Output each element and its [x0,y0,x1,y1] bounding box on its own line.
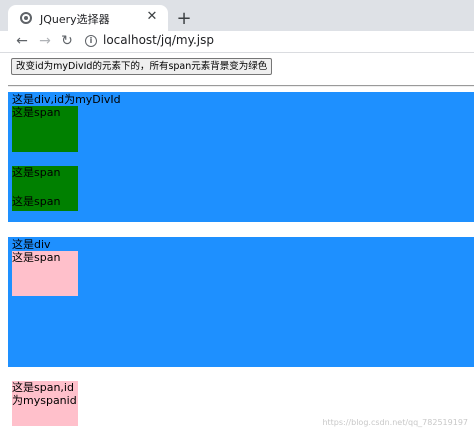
browser-tab[interactable]: JQuery选择器 ✕ [8,5,168,31]
forward-arrow-icon[interactable]: → [37,33,53,49]
myspan-line-2: 为myspanid [12,394,77,407]
tab-bar: JQuery选择器 ✕ + [0,0,474,31]
myspan-line-1: 这是span,id [12,381,74,394]
address-bar[interactable]: localhost/jq/my.jsp [103,33,214,47]
horizontal-rule [8,85,474,87]
watermark: https://blog.csdn.net/qq_782519197 [322,418,468,427]
my-div-text: 这是div,id为myDivId [12,93,121,106]
my-div-span-3: 这是span [12,195,61,208]
globe-icon [20,12,32,24]
browser-toolbar: ← → ↻ i localhost/jq/my.jsp [0,31,474,52]
info-icon[interactable]: i [85,35,97,47]
close-icon[interactable]: ✕ [144,9,160,25]
my-div-span-1: 这是span [12,106,78,152]
back-arrow-icon[interactable]: ← [14,33,30,49]
reload-icon[interactable]: ↻ [59,33,75,49]
toolbar-divider [0,52,474,53]
myspan-box: 这是span,id 为myspanid [12,381,78,426]
change-span-color-button[interactable]: 改变id为myDivId的元素下的，所有span元素背景变为绿色 [11,58,273,75]
tab-title: JQuery选择器 [40,13,110,26]
second-div-text: 这是div [12,238,51,251]
second-div-span: 这是span [12,251,78,296]
new-tab-button[interactable]: + [174,9,194,29]
